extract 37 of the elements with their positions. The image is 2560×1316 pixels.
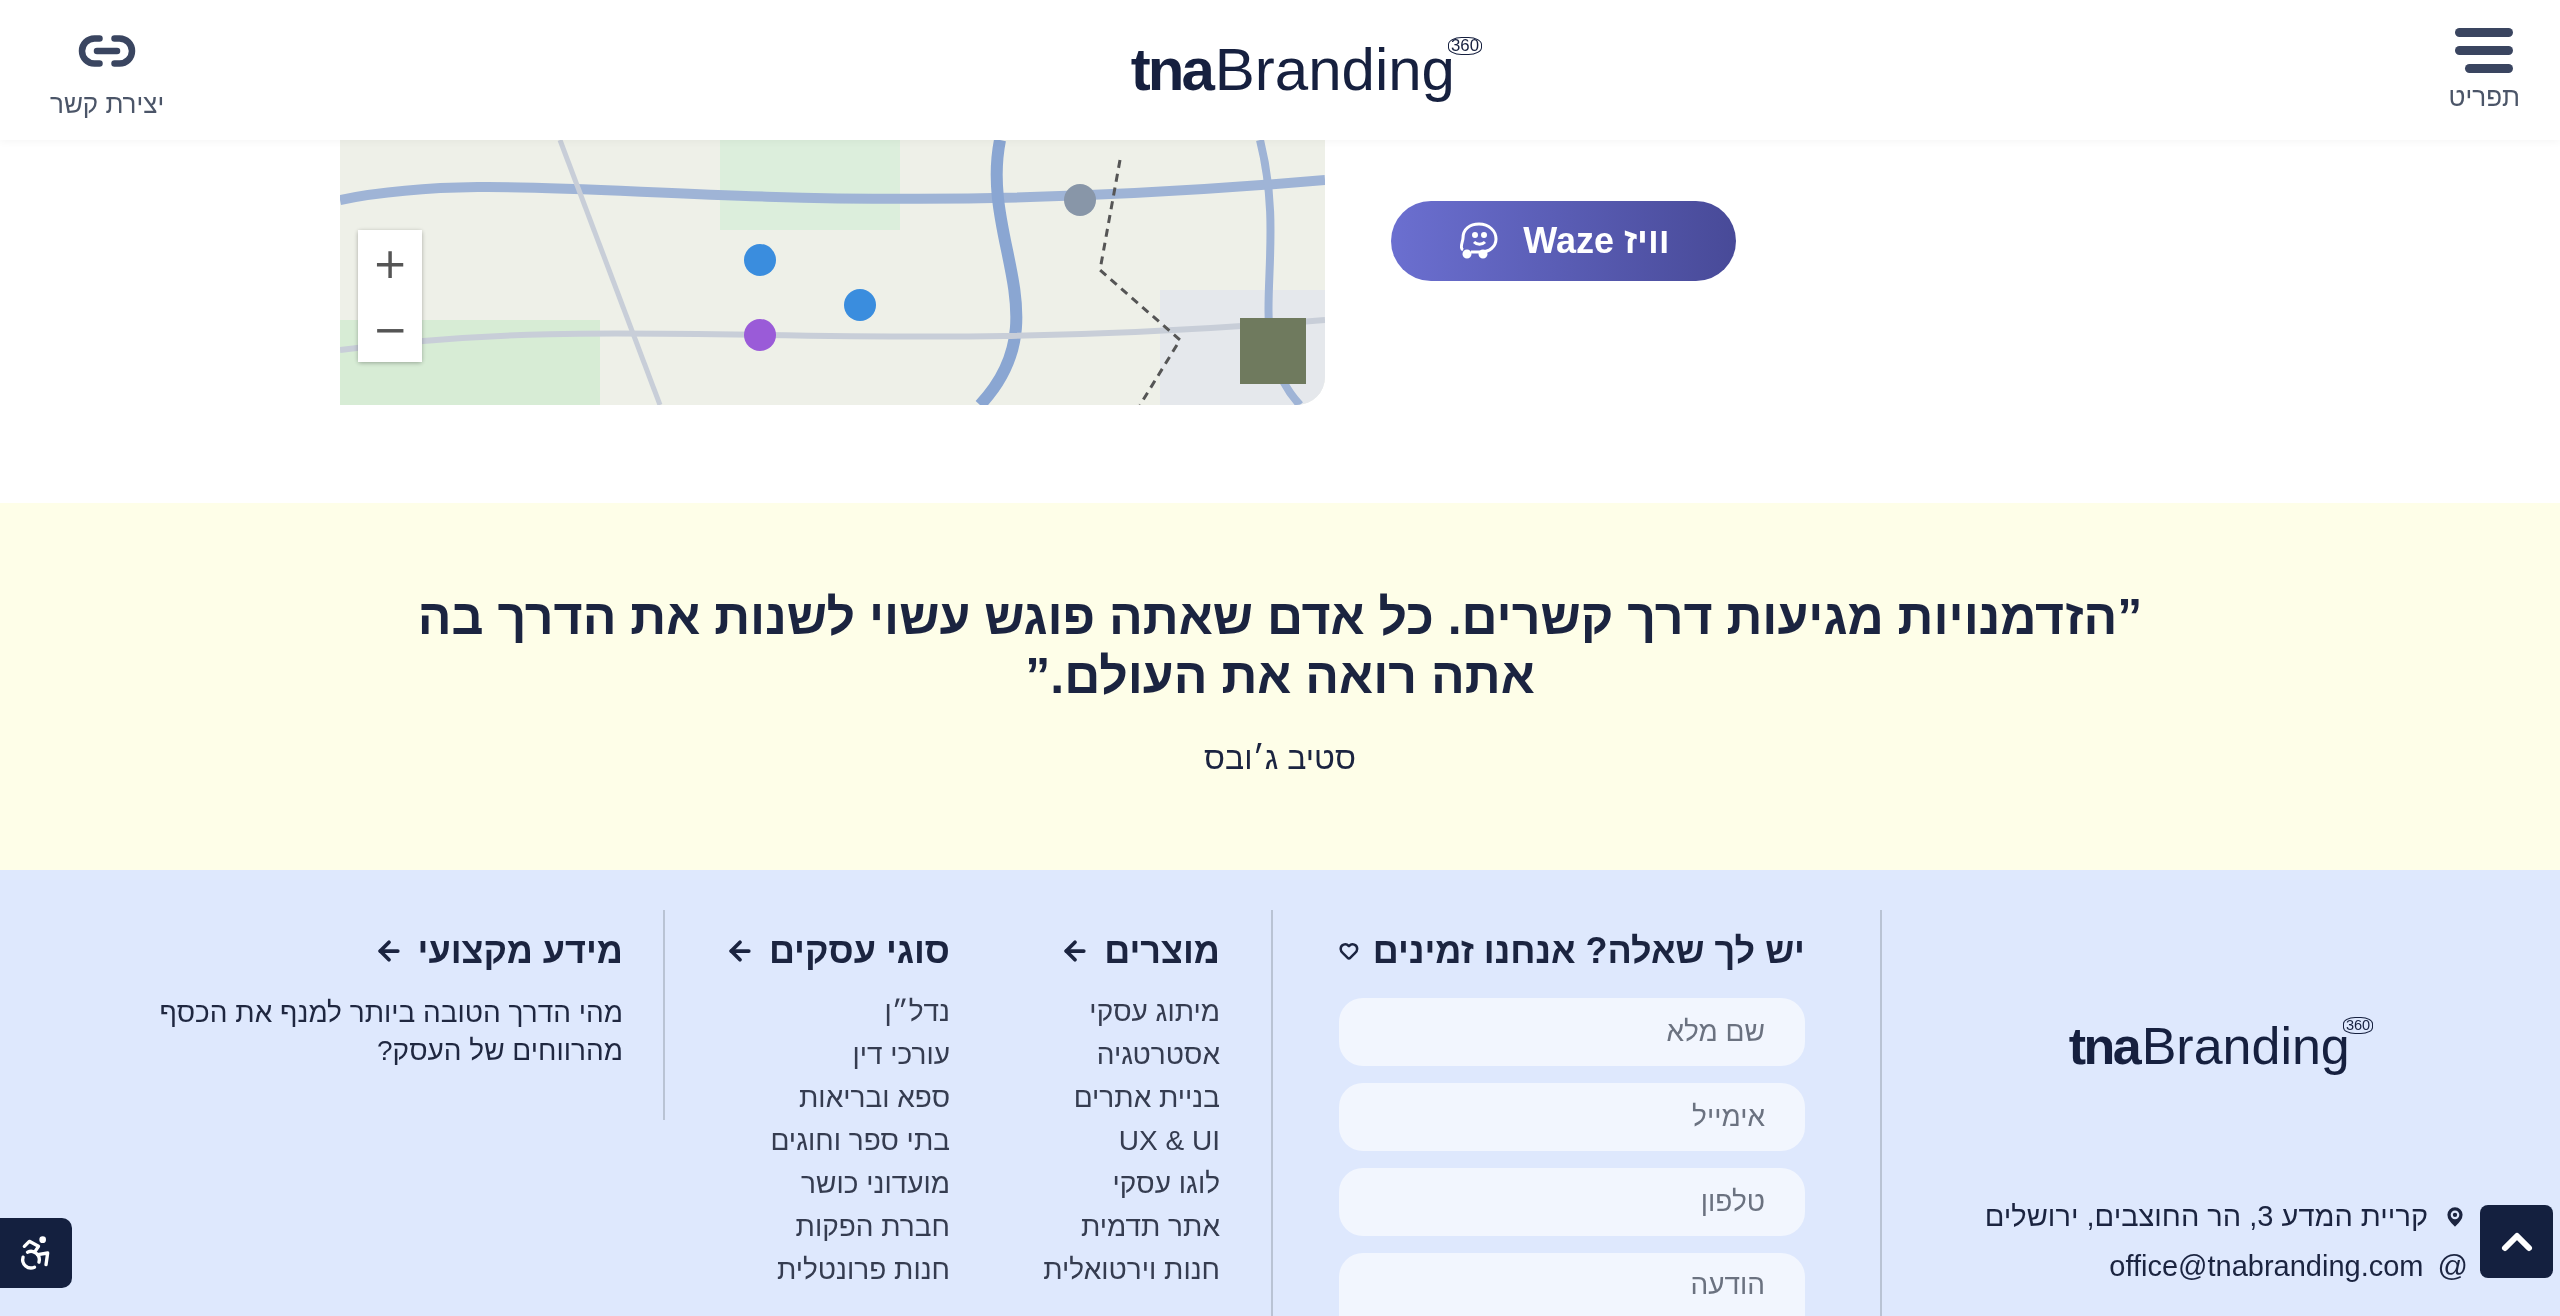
footer-link[interactable]: בניית אתרים [950, 1076, 1220, 1119]
smiley-icon [1457, 222, 1500, 260]
address-text: קריית המדע 3, הר החוצבים, ירושלים [1984, 1200, 2428, 1233]
footer-link[interactable]: לוגו עסקי [950, 1162, 1220, 1205]
footer-link[interactable]: מועדוני כושר [665, 1162, 950, 1205]
input-field[interactable]: טלפון [1339, 1168, 1805, 1236]
footer-link[interactable]: UX & UI [950, 1119, 1220, 1162]
footer-link[interactable]: חברת הפקות [665, 1205, 950, 1248]
footer-link[interactable]: נדל״ן [665, 990, 950, 1033]
input-field[interactable]: אימייל [1339, 1083, 1805, 1151]
footer-link[interactable]: ספא ובריאות [665, 1076, 950, 1119]
footer-link[interactable]: בתי ספר וחוגים [665, 1119, 950, 1162]
zoom-out-button[interactable]: − [358, 296, 422, 362]
form-heading: יש לך שאלה? אנחנו זמינים [1372, 930, 1805, 972]
quote-author: סטיב ג׳ובס [1204, 740, 1356, 777]
column-heading: מידע מקצועי [417, 930, 623, 972]
contact-button[interactable]: יצירת קשר [50, 20, 165, 120]
column-heading: מוצרים [1104, 930, 1220, 972]
menu-button[interactable]: תפריט [2448, 27, 2520, 113]
footer-link[interactable]: אתר תדמית [950, 1205, 1220, 1248]
email-link[interactable]: office@tnabranding.com [2109, 1249, 2424, 1283]
scroll-to-top-button[interactable] [2480, 1205, 2553, 1278]
zoom-in-button[interactable]: + [358, 230, 422, 296]
footer-link[interactable]: אסטרטגיה [950, 1033, 1220, 1076]
footer-link[interactable]: חנות וירטואלית [950, 1248, 1220, 1291]
message-field[interactable]: הודעה [1339, 1253, 1805, 1316]
footer-link[interactable]: חנות פרונטלית [665, 1248, 950, 1291]
footer-link[interactable]: מיתוג עסקי [950, 990, 1220, 1033]
at-sign: @ [2437, 1249, 2468, 1283]
waze-button[interactable]: וויז Waze [1391, 201, 1736, 281]
input-field[interactable]: שם מלא [1339, 998, 1805, 1066]
footer-link[interactable]: עורכי דין [665, 1033, 950, 1076]
accessibility-button[interactable] [0, 1218, 72, 1288]
menu-icon [2455, 27, 2514, 74]
quote-text: ”הזדמנויות מגיעות דרך קשרים. כל אדם שאתה פוגש עשוי לשנות את הדרך בה אתה רואה את העולם.” [416, 588, 2144, 706]
article-link[interactable]: מהי הדרך הטובה ביותר למנף את הכסף מהרווחים של העסק? [123, 994, 623, 1070]
column-heading: סוגי עסקים [768, 930, 950, 972]
